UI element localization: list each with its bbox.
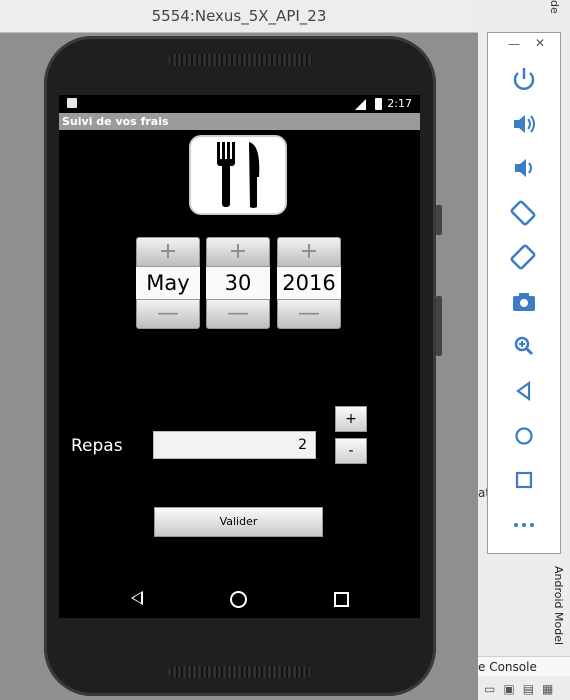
panel-header: — ✕ [488,33,560,55]
android-model-tab[interactable]: Android Model [552,566,565,645]
day-decrement-button[interactable]: — [206,299,270,329]
status-time: 2:17 [387,97,412,110]
quantity-field[interactable]: 2 [153,431,316,459]
settings-icon[interactable]: ▦ [542,682,553,696]
emulator-window: 5554:Nexus_5X_API_23 2:17 Suivi de vos f… [0,0,478,700]
navigation-bar [59,585,420,615]
year-value[interactable]: 2016 [277,267,341,299]
debug-icon[interactable]: ▣ [503,682,514,696]
home-icon[interactable] [506,421,542,451]
nav-recents-icon[interactable] [334,592,349,607]
meal-icon [189,135,287,215]
notification-icon [67,98,77,108]
device-screen: 2:17 Suivi de vos frais + May — + 30 — +… [59,95,420,618]
emulator-controls: — ✕ [487,32,561,554]
repas-label: Repas [71,436,123,456]
power-side-button [436,296,442,356]
nav-home-icon[interactable] [230,591,247,608]
rotate-left-icon[interactable] [506,198,542,228]
layout-icon[interactable]: ▤ [523,682,534,696]
app-title: Suivi de vos frais [59,113,420,130]
emulator-title: 5554:Nexus_5X_API_23 [0,0,478,33]
month-picker: + May — [136,237,200,329]
day-picker: + 30 — [206,237,270,329]
volume-up-icon[interactable] [506,109,542,139]
volume-down-icon[interactable] [506,153,542,183]
status-bar: 2:17 [59,95,420,113]
zoom-icon[interactable] [506,331,542,361]
signal-icon [355,99,366,110]
volume-side-button [436,205,442,235]
speaker-top [168,54,312,66]
day-value[interactable]: 30 [206,267,270,299]
console-tab[interactable]: e Console [472,656,570,676]
month-increment-button[interactable]: + [136,237,200,267]
ide-status-icons: ▭ ▣ ▤ ▦ [478,678,570,700]
back-icon[interactable] [506,376,542,406]
panel-close-button[interactable]: ✕ [535,36,545,50]
power-icon[interactable] [506,64,542,94]
nav-back-icon[interactable] [131,591,143,605]
day-increment-button[interactable]: + [206,237,270,267]
rotate-right-icon[interactable] [506,242,542,272]
panel-minimize-button[interactable]: — [508,37,520,51]
month-decrement-button[interactable]: — [136,299,200,329]
battery-icon [375,98,382,110]
camera-icon[interactable] [506,287,542,317]
validate-button[interactable]: Valider [154,507,323,537]
ide-tab-fragment: de [548,0,561,14]
speaker-bottom [168,666,312,678]
month-value[interactable]: May [136,267,200,299]
quantity-plus-button[interactable]: + [335,406,367,432]
overview-icon[interactable] [506,465,542,495]
more-icon[interactable] [506,510,542,540]
year-decrement-button[interactable]: — [277,299,341,329]
year-increment-button[interactable]: + [277,237,341,267]
year-picker: + 2016 — [277,237,341,329]
quantity-minus-button[interactable]: - [335,438,367,464]
run-icon[interactable]: ▭ [484,682,495,696]
